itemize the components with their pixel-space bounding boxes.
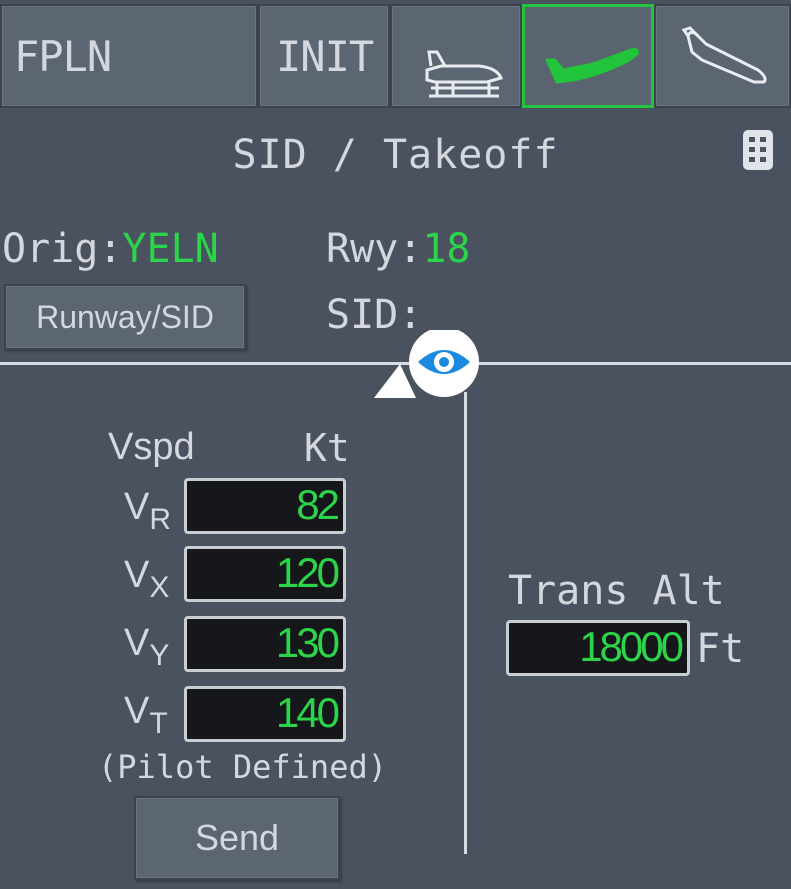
climb-icon [681,26,767,84]
origin-row: Orig:YELN [2,226,219,272]
vspd-header: Vspd [108,426,195,468]
page-title: SID / Takeoff [232,132,559,178]
trans-alt-label: Trans Alt [508,568,725,614]
runway-sid-button[interactable]: Runway/SID [4,284,246,350]
send-button[interactable]: Send [134,796,340,880]
pilot-defined-note: (Pilot Defined) [98,748,387,786]
tab-takeoff[interactable] [522,4,654,108]
trans-alt-field[interactable]: 18000 [506,620,690,676]
tab-fpln[interactable]: FPLN [0,4,258,108]
send-button-label: Send [194,817,280,858]
vx-label: VX [124,554,170,604]
vr-field[interactable]: 82 [184,478,346,534]
tab-init-label: INIT [276,31,374,81]
tab-fpln-label: FPLN [14,31,112,81]
runway-sid-button-label: Runway/SID [36,298,214,335]
origin-value: YELN [122,226,219,272]
tab-climb[interactable] [654,4,791,108]
takeoff-icon [545,48,639,84]
origin-label: Orig: [2,226,123,272]
kt-header: Kt [304,426,350,470]
tab-bar: FPLN INIT [0,0,791,110]
vt-field[interactable]: 140 [184,686,346,742]
runway-value: 18 [422,226,471,272]
vx-field[interactable]: 120 [184,546,346,602]
vy-label: VY [124,622,170,672]
trans-alt-unit: Ft [696,626,745,672]
runway-label: Rwy: [326,226,423,272]
runway-row: Rwy:18 [326,226,471,272]
eye-icon[interactable] [370,330,485,402]
vr-label: VR [124,486,172,536]
vertical-divider [464,392,467,854]
page-list-icon[interactable] [741,128,775,172]
vt-label: VT [124,690,168,740]
tab-init[interactable]: INIT [258,4,390,108]
aircraft-on-ground-icon [425,50,504,98]
vy-field[interactable]: 130 [184,616,346,672]
tab-ground[interactable] [390,4,522,108]
